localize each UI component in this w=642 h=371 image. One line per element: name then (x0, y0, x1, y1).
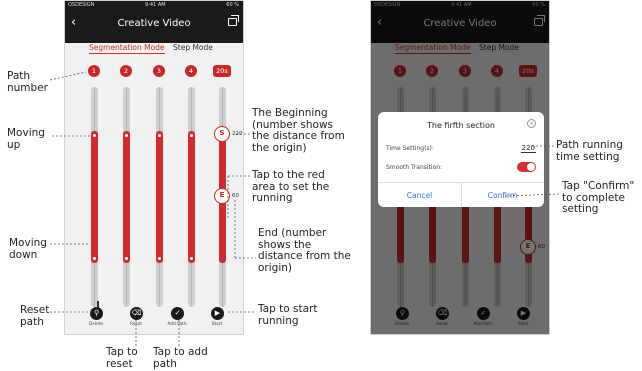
annotation-beginning: The Beginning (number shows the distance… (252, 107, 345, 154)
annotation-path-running-time: Path running time setting (556, 139, 623, 163)
annotation-moving-up: Moving up (7, 127, 45, 151)
annotation-reset-path: Reset path (20, 304, 50, 328)
annotation-tap-reset: Tap to reset (106, 346, 138, 370)
annotation-moving-down: Moving down (9, 237, 47, 261)
page: OSDESIGN 9:41 AM 60 % ‹ Creative Video S… (0, 0, 642, 371)
annotation-tap-start: Tap to start running (258, 303, 318, 327)
annotation-tap-confirm: Tap "Confirm" to complete setting (562, 180, 635, 215)
annotation-path-number: Path number (7, 70, 48, 94)
annotation-tap-red-area: Tap to the red area to set the running (252, 169, 330, 204)
annotation-tap-add-path: Tap to add path (153, 346, 208, 370)
annotation-end: End (number shows the distance from the … (258, 227, 351, 274)
